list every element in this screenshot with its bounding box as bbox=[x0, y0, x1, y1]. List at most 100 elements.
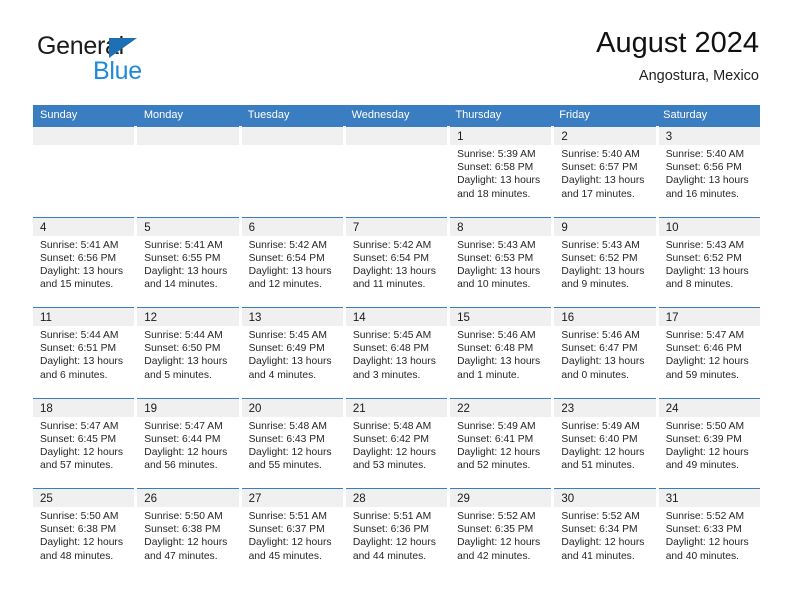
day-cell[interactable]: 5 Sunrise: 5:41 AM Sunset: 6:55 PM Dayli… bbox=[137, 216, 239, 307]
daylight-text-line2: and 14 minutes. bbox=[144, 279, 218, 291]
day-cell[interactable]: 25 Sunrise: 5:50 AM Sunset: 6:38 PM Dayl… bbox=[33, 488, 135, 579]
day-cell[interactable]: 22 Sunrise: 5:49 AM Sunset: 6:41 PM Dayl… bbox=[450, 397, 552, 488]
day-cell[interactable]: 3 Sunrise: 5:40 AM Sunset: 6:56 PM Dayli… bbox=[658, 126, 760, 217]
day-cell[interactable]: 29 Sunrise: 5:52 AM Sunset: 6:35 PM Dayl… bbox=[450, 488, 552, 579]
daylight-text-line2: and 17 minutes. bbox=[561, 188, 635, 200]
daylight-text-line1: Daylight: 12 hours bbox=[665, 537, 749, 549]
daylight-text-line2: and 57 minutes. bbox=[40, 460, 114, 472]
daylight-text-line2: and 45 minutes. bbox=[248, 550, 322, 562]
daylight-text-line2: and 44 minutes. bbox=[352, 550, 427, 562]
day-number-band: 15 bbox=[450, 308, 552, 326]
day-info: Sunrise: 5:45 AM Sunset: 6:49 PM Dayligh… bbox=[242, 326, 343, 382]
general-blue-logo[interactable]: General Blue bbox=[33, 32, 253, 92]
day-number-band: 2 bbox=[554, 127, 656, 145]
sunrise-text: Sunrise: 5:49 AM bbox=[457, 420, 536, 432]
day-number: 5 bbox=[144, 221, 151, 234]
day-cell[interactable]: 27 Sunrise: 5:51 AM Sunset: 6:37 PM Dayl… bbox=[241, 488, 343, 579]
day-number: 10 bbox=[665, 221, 679, 234]
day-cell[interactable]: 16 Sunrise: 5:46 AM Sunset: 6:47 PM Dayl… bbox=[554, 307, 656, 398]
day-cell[interactable]: 17 Sunrise: 5:47 AM Sunset: 6:46 PM Dayl… bbox=[658, 307, 760, 398]
day-number-band bbox=[345, 127, 448, 145]
week-row: 25 Sunrise: 5:50 AM Sunset: 6:38 PM Dayl… bbox=[33, 488, 760, 579]
sunrise-text: Sunrise: 5:52 AM bbox=[561, 511, 640, 522]
day-cell[interactable]: 7 Sunrise: 5:42 AM Sunset: 6:54 PM Dayli… bbox=[345, 216, 448, 307]
sunset-text: Sunset: 6:57 PM bbox=[561, 162, 638, 174]
day-cell[interactable]: 21 Sunrise: 5:48 AM Sunset: 6:42 PM Dayl… bbox=[345, 397, 448, 488]
daylight-text-line1: Daylight: 12 hours bbox=[40, 537, 123, 549]
day-cell[interactable]: 12 Sunrise: 5:44 AM Sunset: 6:50 PM Dayl… bbox=[137, 307, 239, 398]
sunset-text: Sunset: 6:56 PM bbox=[40, 252, 117, 264]
day-cell[interactable]: 1 Sunrise: 5:39 AM Sunset: 6:58 PM Dayli… bbox=[450, 126, 552, 217]
day-number-band: 20 bbox=[241, 398, 343, 417]
sunrise-text: Sunrise: 5:43 AM bbox=[457, 239, 536, 251]
day-number: 11 bbox=[40, 312, 52, 324]
sunset-text: Sunset: 6:52 PM bbox=[665, 252, 742, 264]
daylight-text-line1: Daylight: 13 hours bbox=[561, 175, 645, 187]
day-number-band bbox=[137, 127, 239, 145]
day-cell[interactable]: 13 Sunrise: 5:45 AM Sunset: 6:49 PM Dayl… bbox=[241, 307, 343, 398]
day-number-band: 1 bbox=[450, 127, 552, 145]
day-cell[interactable]: 20 Sunrise: 5:48 AM Sunset: 6:43 PM Dayl… bbox=[241, 397, 343, 488]
sunrise-text: Sunrise: 5:52 AM bbox=[457, 511, 536, 522]
sunrise-text: Sunrise: 5:41 AM bbox=[40, 239, 119, 251]
day-number-band: 21 bbox=[345, 398, 448, 417]
sunrise-text: Sunrise: 5:50 AM bbox=[40, 511, 119, 522]
day-cell[interactable]: 30 Sunrise: 5:52 AM Sunset: 6:34 PM Dayl… bbox=[554, 488, 656, 579]
daylight-text-line1: Daylight: 12 hours bbox=[248, 446, 332, 458]
day-cell[interactable]: 9 Sunrise: 5:43 AM Sunset: 6:52 PM Dayli… bbox=[554, 216, 656, 307]
day-number: 21 bbox=[352, 402, 366, 415]
day-number: 8 bbox=[457, 221, 464, 234]
day-number: 24 bbox=[665, 402, 679, 415]
day-cell[interactable]: 11 Sunrise: 5:44 AM Sunset: 6:51 PM Dayl… bbox=[33, 307, 135, 398]
daylight-text-line2: and 0 minutes. bbox=[561, 369, 629, 381]
day-cell[interactable]: 4 Sunrise: 5:41 AM Sunset: 6:56 PM Dayli… bbox=[33, 216, 135, 307]
day-number-band: 30 bbox=[554, 489, 656, 507]
day-number: 28 bbox=[352, 493, 366, 505]
daylight-text-line2: and 8 minutes. bbox=[665, 279, 734, 291]
daylight-text-line1: Daylight: 13 hours bbox=[457, 175, 541, 187]
sunrise-text: Sunrise: 5:52 AM bbox=[665, 511, 745, 522]
sunset-text: Sunset: 6:42 PM bbox=[352, 433, 429, 445]
day-cell[interactable]: 6 Sunrise: 5:42 AM Sunset: 6:54 PM Dayli… bbox=[241, 216, 343, 307]
day-cell[interactable]: 18 Sunrise: 5:47 AM Sunset: 6:45 PM Dayl… bbox=[33, 397, 135, 488]
day-number-band: 25 bbox=[33, 489, 135, 507]
sunset-text: Sunset: 6:54 PM bbox=[248, 252, 325, 264]
sunrise-text: Sunrise: 5:48 AM bbox=[248, 420, 327, 432]
day-cell[interactable]: 28 Sunrise: 5:51 AM Sunset: 6:36 PM Dayl… bbox=[345, 488, 448, 579]
sunrise-text: Sunrise: 5:47 AM bbox=[665, 330, 745, 341]
day-number-band: 13 bbox=[241, 308, 343, 326]
day-info: Sunrise: 5:44 AM Sunset: 6:51 PM Dayligh… bbox=[33, 326, 134, 382]
week-row: 11 Sunrise: 5:44 AM Sunset: 6:51 PM Dayl… bbox=[33, 307, 760, 398]
daylight-text-line2: and 56 minutes. bbox=[144, 460, 218, 472]
day-cell-empty bbox=[241, 126, 343, 217]
day-cell[interactable]: 2 Sunrise: 5:40 AM Sunset: 6:57 PM Dayli… bbox=[554, 126, 656, 217]
daylight-text-line1: Daylight: 12 hours bbox=[40, 446, 123, 458]
sunset-text: Sunset: 6:51 PM bbox=[40, 343, 117, 355]
day-number: 23 bbox=[561, 402, 575, 415]
day-cell[interactable]: 26 Sunrise: 5:50 AM Sunset: 6:38 PM Dayl… bbox=[137, 488, 239, 579]
daylight-text-line1: Daylight: 12 hours bbox=[561, 446, 645, 458]
weekday-header-monday: Monday bbox=[143, 109, 183, 121]
day-cell[interactable]: 15 Sunrise: 5:46 AM Sunset: 6:48 PM Dayl… bbox=[450, 307, 552, 398]
day-cell[interactable]: 14 Sunrise: 5:45 AM Sunset: 6:48 PM Dayl… bbox=[345, 307, 448, 398]
day-cell[interactable]: 31 Sunrise: 5:52 AM Sunset: 6:33 PM Dayl… bbox=[658, 488, 760, 579]
daylight-text-line1: Daylight: 13 hours bbox=[40, 356, 123, 368]
day-cell[interactable]: 10 Sunrise: 5:43 AM Sunset: 6:52 PM Dayl… bbox=[658, 216, 760, 307]
daylight-text-line2: and 59 minutes. bbox=[665, 369, 739, 381]
day-number-band bbox=[241, 127, 343, 145]
day-cell[interactable]: 23 Sunrise: 5:49 AM Sunset: 6:40 PM Dayl… bbox=[554, 397, 656, 488]
sunrise-text: Sunrise: 5:47 AM bbox=[40, 420, 119, 432]
day-cell[interactable]: 19 Sunrise: 5:47 AM Sunset: 6:44 PM Dayl… bbox=[137, 397, 239, 488]
day-cell[interactable]: 24 Sunrise: 5:50 AM Sunset: 6:39 PM Dayl… bbox=[658, 397, 760, 488]
sunrise-text: Sunrise: 5:46 AM bbox=[457, 330, 536, 341]
day-info: Sunrise: 5:50 AM Sunset: 6:38 PM Dayligh… bbox=[137, 507, 238, 563]
day-cell-empty bbox=[345, 126, 448, 217]
sunrise-text: Sunrise: 5:48 AM bbox=[352, 420, 432, 432]
day-number: 17 bbox=[665, 312, 679, 324]
daylight-text-line2: and 6 minutes. bbox=[40, 369, 108, 381]
day-number: 30 bbox=[561, 493, 575, 505]
page-subtitle: Angostura, Mexico bbox=[638, 68, 759, 84]
day-cell[interactable]: 8 Sunrise: 5:43 AM Sunset: 6:53 PM Dayli… bbox=[450, 216, 552, 307]
day-number-band: 31 bbox=[658, 489, 760, 507]
daylight-text-line2: and 48 minutes. bbox=[40, 550, 114, 562]
